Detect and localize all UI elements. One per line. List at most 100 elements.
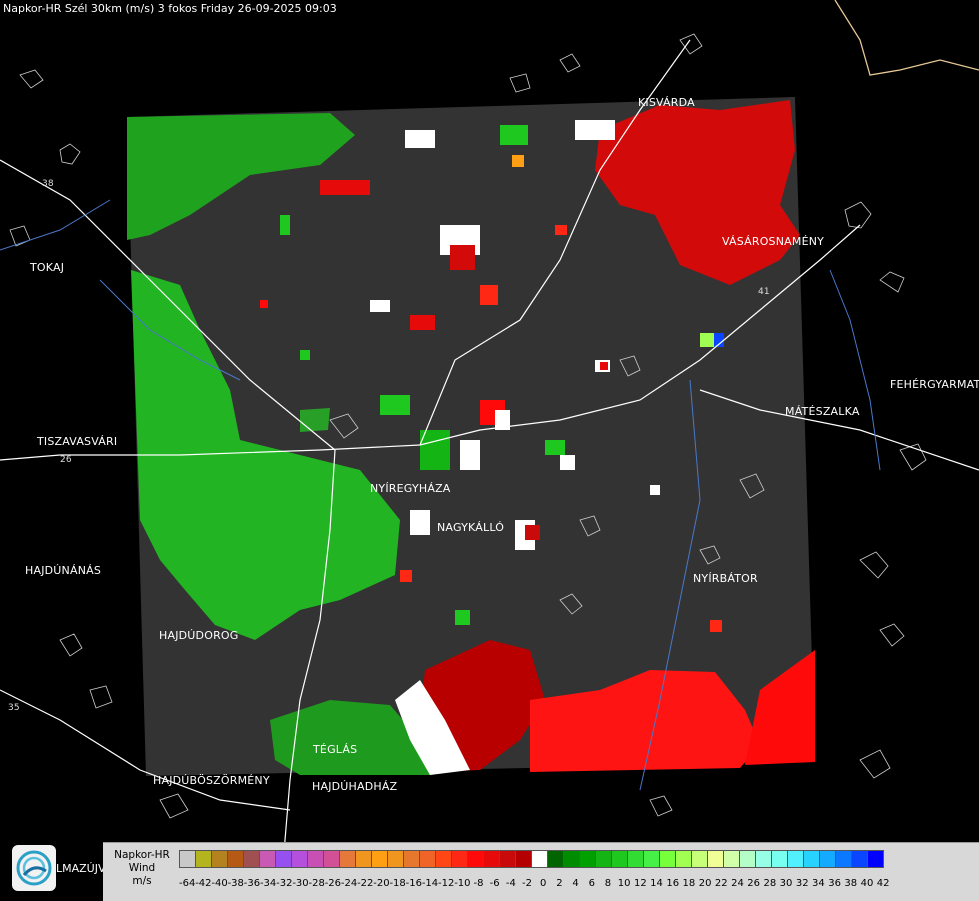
legend-tick-label: -4 <box>505 878 516 889</box>
legend-swatch <box>835 850 852 868</box>
city-label-hajdunanas: HAJDÚNÁNÁS <box>25 564 102 577</box>
legend-swatch <box>227 850 244 868</box>
legend-swatches <box>179 850 884 868</box>
legend-tick-label: 6 <box>588 878 595 889</box>
legend-swatch <box>355 850 372 868</box>
legend-title-line: Wind <box>128 862 156 874</box>
legend-swatch <box>339 850 356 868</box>
legend-swatch <box>531 850 548 868</box>
wind-area-green-small <box>300 408 330 432</box>
legend-swatch <box>451 850 468 868</box>
legend-swatch <box>595 850 612 868</box>
legend-swatch <box>739 850 756 868</box>
legend-swatch <box>307 850 324 868</box>
legend-swatch <box>243 850 260 868</box>
legend-tick-label: -8 <box>473 878 484 889</box>
legend-tick-label: -28 <box>308 878 325 889</box>
legend-tick-label: -30 <box>292 878 309 889</box>
legend-tick-label: 34 <box>812 878 825 889</box>
legend-tick-label: 42 <box>876 878 890 889</box>
legend-tick-label: 40 <box>860 878 874 889</box>
legend-swatch <box>707 850 724 868</box>
legend-tick-label: 22 <box>714 878 728 889</box>
legend-tick-label: 36 <box>828 878 841 889</box>
legend-swatch <box>547 850 564 868</box>
legend-tick-label: -32 <box>276 878 293 889</box>
legend-tick-label: 28 <box>763 878 777 889</box>
legend-swatch <box>499 850 516 868</box>
legend-swatch <box>627 850 644 868</box>
city-label-tokaj: TOKAJ <box>30 261 65 274</box>
legend-swatch <box>723 850 740 868</box>
legend-swatch <box>579 850 596 868</box>
legend-swatch <box>851 850 868 868</box>
city-label-teglas: TÉGLÁS <box>313 743 358 756</box>
legend-tick-label: 16 <box>666 878 680 889</box>
city-label-hajduhadhaz: HAJDÚHADHÁZ <box>312 780 398 793</box>
road-number-35: 35 <box>8 703 20 713</box>
legend-title-line: Napkor-HR <box>114 849 170 861</box>
legend-tick-label: -40 <box>211 878 228 889</box>
legend-swatch <box>611 850 628 868</box>
legend-swatch <box>515 850 532 868</box>
legend-swatch <box>435 850 452 868</box>
color-legend: Napkor-HR Wind m/s -64 -42 -40 -38 -36 -34 -32… <box>103 842 979 901</box>
legend-tick-label: 12 <box>633 878 647 889</box>
legend-tick-label: 10 <box>617 878 631 889</box>
city-label-vasarosnameny: VÁSÁROSNAMÉNY <box>722 235 825 248</box>
legend-title: Napkor-HR Wind m/s <box>105 849 179 888</box>
legend-tick-label: -12 <box>438 878 455 889</box>
legend-swatch <box>867 850 884 868</box>
legend-swatch <box>179 850 196 868</box>
legend-tick-label: -36 <box>243 878 261 889</box>
legend-tick-label: -26 <box>324 878 342 889</box>
legend-swatch <box>371 850 388 868</box>
city-label-mateszalka: MÁTÉSZALKA <box>785 405 860 418</box>
city-label-hajdudorog: HAJDÚDOROG <box>159 629 239 642</box>
legend-swatch <box>387 850 404 868</box>
city-label-nyiregyhaza: NYÍREGYHÁZA <box>370 482 451 495</box>
legend-tick-label: -16 <box>405 878 422 889</box>
legend-tick-label: 2 <box>556 878 563 889</box>
legend-tick-label: -2 <box>522 878 533 889</box>
radar-map <box>0 0 979 900</box>
legend-swatch <box>803 850 820 868</box>
legend-swatch <box>259 850 276 868</box>
legend-tick-label: -14 <box>421 878 439 889</box>
city-label-hajduboszormeny: HAJDÚBÖSZÖRMÉNY <box>153 774 270 787</box>
legend-swatch <box>819 850 836 868</box>
country-border <box>834 0 979 76</box>
legend-swatch <box>467 850 484 868</box>
city-label-nagykallo: NAGYKÁLLÓ <box>437 521 505 534</box>
legend-swatch <box>563 850 580 868</box>
legend-tick-label: 18 <box>682 878 696 889</box>
legend-tick-label: -64 <box>179 878 196 889</box>
legend-tick-label: 24 <box>731 878 744 889</box>
map-title: Napkor-HR Szél 30km (m/s) 3 fokos Friday… <box>3 2 337 15</box>
legend-tick-label: -22 <box>357 878 374 889</box>
legend-swatch <box>323 850 340 868</box>
weather-logo-icon <box>12 845 56 891</box>
legend-tick-label: -18 <box>389 878 406 889</box>
legend-tick-label: -6 <box>489 878 500 889</box>
legend-tick-label: 0 <box>540 878 547 889</box>
legend-swatch <box>691 850 708 868</box>
legend-swatch <box>211 850 228 868</box>
road-number-26: 26 <box>60 455 72 465</box>
legend-tick-label: 32 <box>795 878 809 889</box>
road-number-38: 38 <box>42 179 54 189</box>
legend-swatch <box>291 850 308 868</box>
legend-swatch <box>659 850 676 868</box>
city-label-kisvarda: KISVÁRDA <box>638 96 695 109</box>
city-label-nyirbator: NYÍRBÁTOR <box>693 572 758 585</box>
legend-ticks: -64 -42 -40 -38 -36 -34 -32 -30 -28 -26 -24 -22 -20-… <box>179 878 891 889</box>
legend-tick-label: 26 <box>747 878 761 889</box>
legend-tick-label: 38 <box>844 878 858 889</box>
legend-swatch <box>419 850 436 868</box>
legend-swatch <box>275 850 292 868</box>
legend-tick-label: 30 <box>779 878 793 889</box>
legend-tick-label: -38 <box>227 878 244 889</box>
legend-swatch <box>755 850 772 868</box>
legend-swatch <box>771 850 788 868</box>
legend-swatch <box>483 850 500 868</box>
